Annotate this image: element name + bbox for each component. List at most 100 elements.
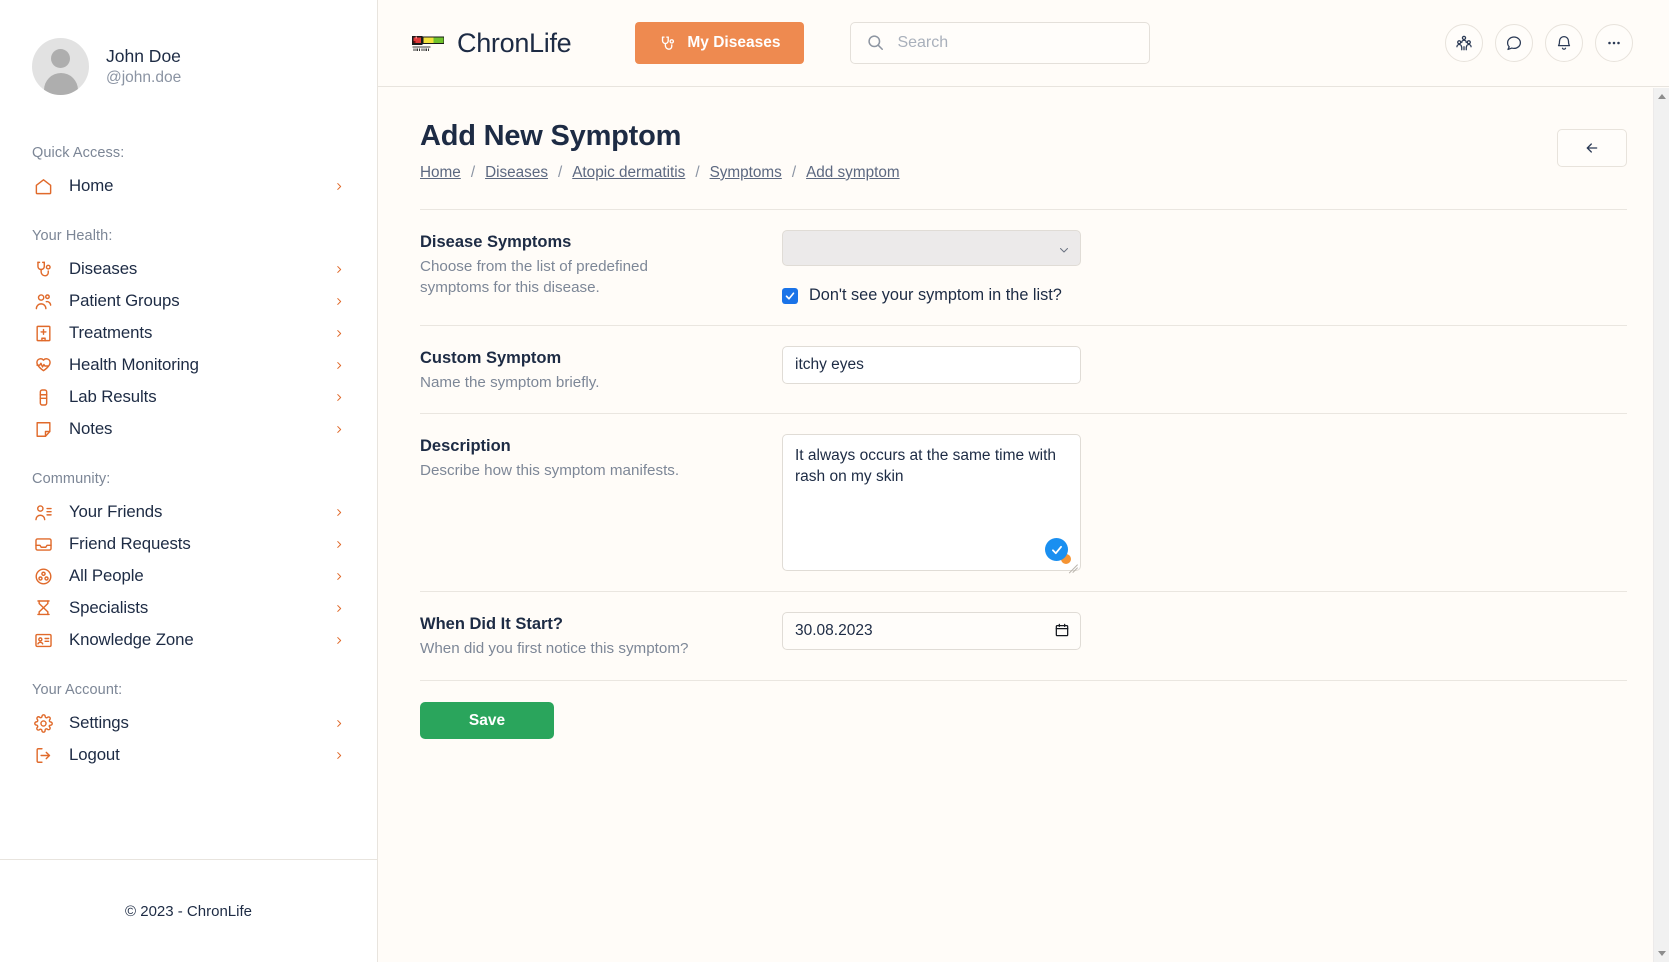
textarea-resize-handle[interactable] [1065,555,1079,569]
sidebar-item-label: Specialists [69,598,149,617]
sidebar-item-treatments[interactable]: Treatments [30,317,347,349]
id-card-icon [32,629,54,651]
breadcrumb-separator: / [695,164,700,181]
heart-pulse-icon [32,354,54,376]
sidebar-item-your-friends[interactable]: Your Friends [30,496,347,528]
scroll-down-arrow-icon[interactable] [1654,945,1669,962]
breadcrumb-item-add-symptom[interactable]: Add symptom [806,164,900,182]
sidebar-item-home[interactable]: Home [30,170,347,202]
form-label-column: Disease Symptoms Choose from the list of… [420,230,782,298]
form-label-column: Custom Symptom Name the symptom briefly. [420,346,782,393]
dont-see-symptom-checkbox[interactable] [782,287,798,304]
breadcrumb-separator: / [557,164,563,181]
logout-icon [32,744,54,766]
description-help: Describe how this symptom manifests. [420,462,680,479]
chevron-right-icon [333,326,345,340]
form-field-column [782,612,1081,650]
sidebar-item-label: Home [69,176,114,195]
form-actions: Save [420,680,1627,739]
dont-see-symptom-label[interactable]: Don't see your symptom in the list? [809,286,1062,305]
breadcrumb-item-diseases[interactable]: Diseases [485,164,548,182]
sidebar-item-all-people[interactable]: All People [30,560,347,592]
nav-group-label: Your Health: [32,228,113,244]
people-group-button[interactable] [1445,24,1483,62]
chevron-right-icon [333,537,345,551]
vertical-scrollbar[interactable] [1653,88,1669,962]
sidebar-item-diseases[interactable]: Diseases [30,253,347,285]
page-content: Add New Symptom Home / Diseases / Atopic… [378,87,1669,962]
sidebar-item-settings[interactable]: Settings [30,707,347,739]
custom-symptom-help: Name the symptom briefly. [420,374,600,391]
sidebar-item-label: Logout [69,745,120,764]
profile-handle: @john.doe [106,69,182,86]
save-button[interactable]: Save [420,702,554,739]
disease-symptoms-label: Disease Symptoms [420,233,572,251]
back-button[interactable] [1557,129,1627,167]
custom-symptom-toggle-row: Don't see your symptom in the list? [782,286,1081,305]
sidebar-item-label: Lab Results [69,387,157,406]
date-input-wrapper [782,612,1081,650]
main-area: ChronLife My Diseases Search Add New Sym… [378,0,1669,962]
copyright-text: © 2023 - ChronLife [125,902,252,920]
sidebar-item-lab-results[interactable]: Lab Results [30,381,347,413]
sidebar-scroll-area: John Doe @john.doe Quick Access: Home Yo… [0,0,377,859]
when-started-help: When did you first notice this symptom? [420,640,689,657]
sidebar-item-health-monitoring[interactable]: Health Monitoring [30,349,347,381]
page-header-left: Add New Symptom Home / Diseases / Atopic… [420,119,1557,182]
globe-people-icon [32,565,54,587]
breadcrumb-item-atopic-dermatitis[interactable]: Atopic dermatitis [572,164,685,182]
stethoscope-icon [662,35,675,50]
sidebar-item-specialists[interactable]: Specialists [30,592,347,624]
nav-group-quick-access: Quick Access: Home [30,145,347,202]
disease-symptoms-help: Choose from the list of predefined sympt… [420,258,648,296]
when-started-date-input[interactable] [782,612,1081,650]
top-navbar: ChronLife My Diseases [378,0,1669,87]
sidebar-item-label: All People [69,566,144,585]
my-diseases-button[interactable]: My Diseases [635,22,805,64]
description-textarea[interactable] [782,434,1081,571]
scroll-up-arrow-icon[interactable] [1654,88,1669,105]
nav-group-label: Your Account: [32,682,123,698]
chevron-right-icon [333,390,345,404]
chevron-right-icon [333,716,345,730]
nav-group-community: Community: Your Friends Friend Requests [30,471,347,656]
brand-name: ChronLife [457,27,572,58]
form-row-when-started: When Did It Start? When did you first no… [420,591,1627,679]
stethoscope-icon [32,258,54,280]
page-header: Add New Symptom Home / Diseases / Atopic… [420,119,1627,182]
sidebar-item-notes[interactable]: Notes [30,413,347,445]
sidebar-item-label: Treatments [69,323,153,342]
custom-symptom-input[interactable] [782,346,1081,384]
form-label-column: Description Describe how this symptom ma… [420,434,782,481]
disease-symptoms-select[interactable] [782,230,1081,266]
form-row-custom-symptom: Custom Symptom Name the symptom briefly. [420,325,1627,413]
form-row-description: Description Describe how this symptom ma… [420,413,1627,591]
form-field-column: Don't see your symptom in the list? [782,230,1081,305]
my-diseases-label: My Diseases [687,34,781,51]
profile-name: John Doe [106,46,181,66]
search-input[interactable] [850,22,1151,64]
more-options-button[interactable] [1595,24,1633,62]
user-profile[interactable]: John Doe @john.doe [30,0,347,95]
sidebar-item-label: Friend Requests [69,534,191,553]
sidebar-item-knowledge-zone[interactable]: Knowledge Zone [30,624,347,656]
ellipsis-icon [1608,41,1620,45]
messages-button[interactable] [1495,24,1533,62]
profile-text: John Doe @john.doe [106,45,181,88]
brand-logo-link[interactable]: ChronLife [410,27,572,59]
form-field-column [782,434,1081,571]
chevron-right-icon [333,422,345,436]
sidebar-item-label: Settings [69,713,129,732]
breadcrumb-item-symptoms[interactable]: Symptoms [710,164,782,182]
breadcrumb-item-home[interactable]: Home [420,164,461,182]
sidebar-item-logout[interactable]: Logout [30,739,347,771]
sidebar-item-friend-requests[interactable]: Friend Requests [30,528,347,560]
avatar [32,38,89,95]
notifications-button[interactable] [1545,24,1583,62]
nav-group-your-account: Your Account: Settings Logout [30,682,347,771]
sidebar-item-label: Health Monitoring [69,355,199,374]
breadcrumb-separator: / [470,164,476,181]
chevron-right-icon [333,358,345,372]
sidebar-item-patient-groups[interactable]: Patient Groups [30,285,347,317]
arrow-left-icon [1586,143,1598,153]
